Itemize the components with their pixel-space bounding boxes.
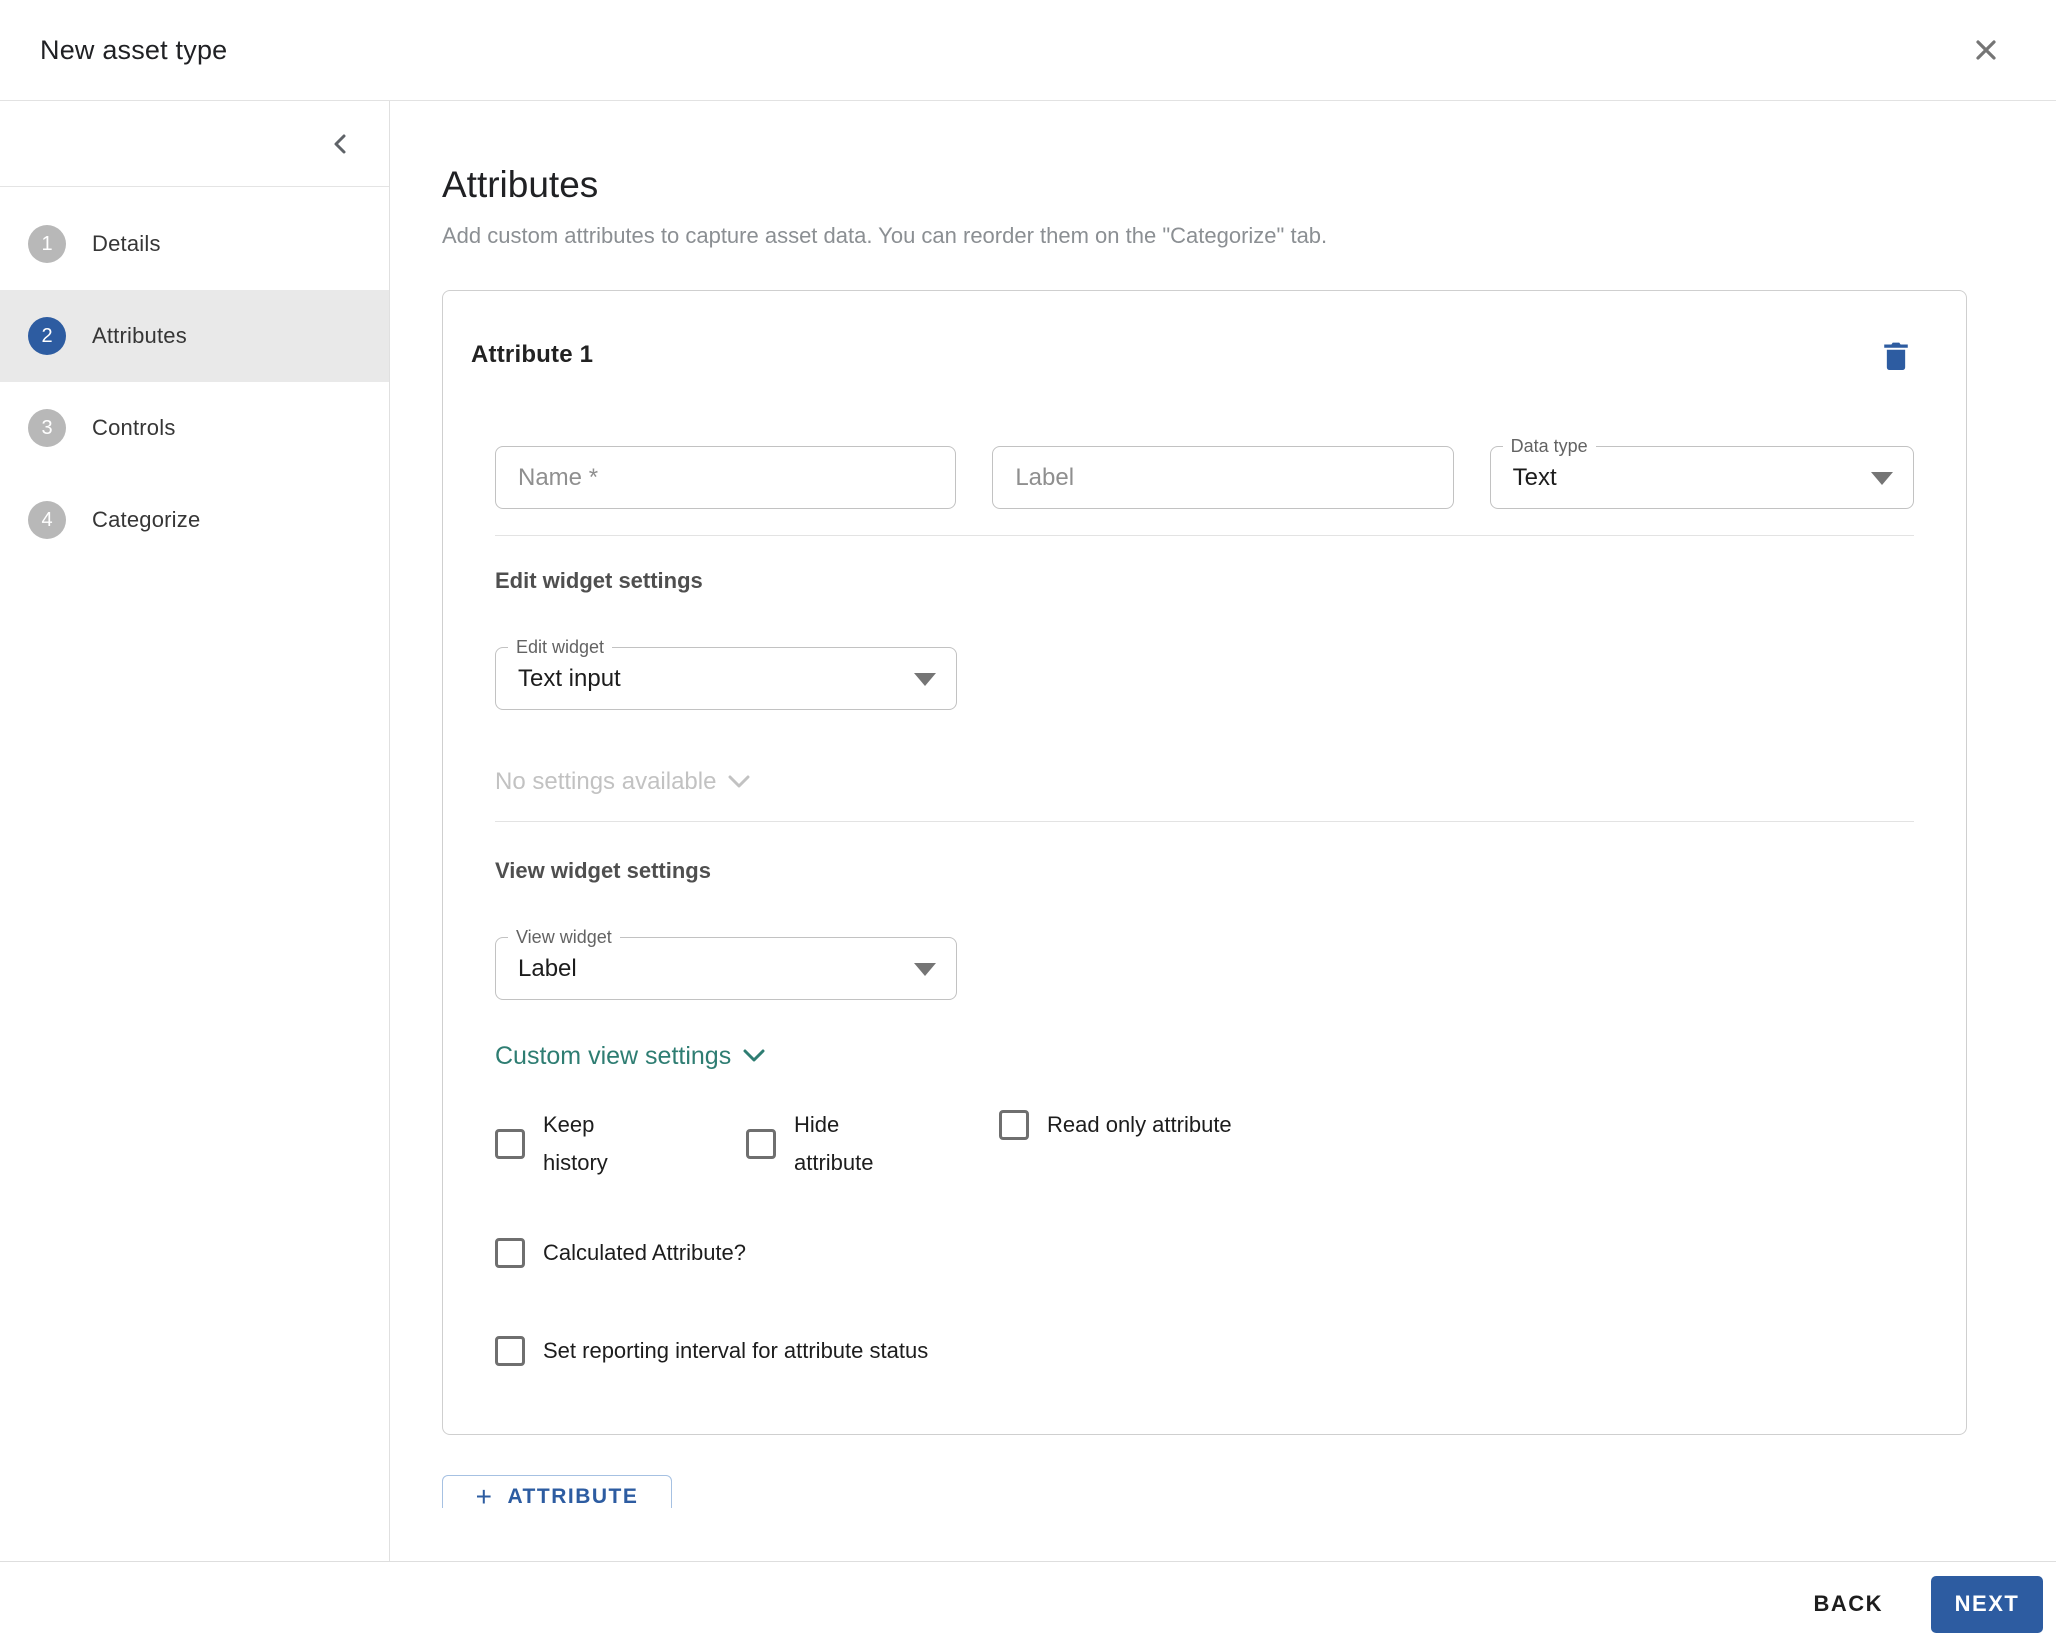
- view-widget-value: Label: [496, 955, 577, 983]
- attribute-card: Attribute 1: [442, 290, 1967, 1435]
- caret-down-icon: [914, 673, 936, 686]
- sidebar-collapse-row: [0, 101, 389, 187]
- view-options-row: Keep history Hide attribute Read only at…: [495, 1106, 1914, 1182]
- sidebar-item-details[interactable]: 1 Details: [0, 198, 389, 290]
- caret-down-icon: [1871, 472, 1893, 485]
- close-icon: [1971, 35, 2001, 65]
- checkbox-label: Read only attribute: [1047, 1106, 1232, 1144]
- step-number-badge: 1: [28, 225, 66, 263]
- edit-widget-select[interactable]: Edit widget Text input: [495, 647, 957, 710]
- label-input[interactable]: [993, 464, 1452, 492]
- no-settings-text: No settings available: [495, 768, 716, 796]
- sidebar-item-categorize[interactable]: 4 Categorize: [0, 474, 389, 566]
- reporting-interval-option: Set reporting interval for attribute sta…: [495, 1332, 1914, 1370]
- keep-history-checkbox[interactable]: [495, 1129, 525, 1159]
- edit-widget-label: Edit widget: [508, 637, 612, 657]
- attribute-card-title: Attribute 1: [471, 341, 593, 369]
- step-label: Attributes: [92, 323, 187, 349]
- checkbox-label: Keep history: [543, 1106, 655, 1182]
- view-widget-label: View widget: [508, 927, 620, 947]
- view-widget-select[interactable]: View widget Label: [495, 937, 957, 1000]
- step-label: Controls: [92, 415, 176, 441]
- delete-attribute-button[interactable]: [1876, 334, 1916, 376]
- caret-down-icon: [914, 963, 936, 976]
- checkbox-label: Calculated Attribute?: [543, 1234, 746, 1272]
- collapse-sidebar-button[interactable]: [328, 131, 354, 157]
- sidebar-item-controls[interactable]: 3 Controls: [0, 382, 389, 474]
- chevron-left-icon: [328, 131, 354, 157]
- view-widget-settings-heading: View widget settings: [495, 857, 1914, 885]
- name-field: [495, 446, 956, 509]
- new-asset-type-dialog: New asset type 1 Details: [0, 0, 2056, 1646]
- edit-widget-settings-heading: Edit widget settings: [495, 567, 1914, 595]
- next-button[interactable]: NEXT: [1931, 1576, 2043, 1633]
- close-button[interactable]: [1966, 30, 2006, 70]
- page-subtitle: Add custom attributes to capture asset d…: [442, 222, 1968, 250]
- stepper-sidebar: 1 Details 2 Attributes 3 Controls 4 Cate…: [0, 101, 390, 1561]
- calculated-attribute-checkbox[interactable]: [495, 1238, 525, 1268]
- custom-view-settings-toggle[interactable]: Custom view settings: [495, 1038, 765, 1074]
- dialog-footer: BACK NEXT: [0, 1562, 2056, 1646]
- dialog-body: 1 Details 2 Attributes 3 Controls 4 Cate…: [0, 101, 2056, 1562]
- trash-icon: [1880, 338, 1912, 372]
- divider: [495, 821, 1914, 822]
- dialog-title: New asset type: [40, 35, 227, 66]
- main-content: Attributes Add custom attributes to capt…: [390, 101, 2056, 1561]
- attribute-card-header: Attribute 1: [471, 333, 1916, 377]
- page-title: Attributes: [442, 162, 2056, 208]
- no-settings-expander[interactable]: No settings available: [495, 764, 750, 800]
- step-label: Categorize: [92, 507, 200, 533]
- reporting-interval-checkbox[interactable]: [495, 1336, 525, 1366]
- sidebar-item-attributes[interactable]: 2 Attributes: [0, 290, 389, 382]
- keep-history-option: Keep history: [495, 1106, 746, 1182]
- hide-attribute-checkbox[interactable]: [746, 1129, 776, 1159]
- stepper-steps: 1 Details 2 Attributes 3 Controls 4 Cate…: [0, 198, 389, 566]
- step-number-badge: 4: [28, 501, 66, 539]
- custom-view-settings-text: Custom view settings: [495, 1042, 731, 1071]
- edit-widget-value: Text input: [496, 665, 621, 693]
- data-type-select[interactable]: Data type Text: [1490, 446, 1914, 509]
- chevron-down-icon: [743, 1049, 765, 1063]
- read-only-option: Read only attribute: [999, 1106, 1232, 1144]
- checkbox-label: Hide attribute: [794, 1106, 906, 1182]
- add-attribute-button[interactable]: + ATTRIBUTE: [442, 1475, 672, 1508]
- data-type-label: Data type: [1503, 436, 1596, 456]
- step-number-badge: 2: [28, 317, 66, 355]
- add-attribute-label: ATTRIBUTE: [507, 1484, 638, 1508]
- dialog-header: New asset type: [0, 0, 2056, 101]
- plus-icon: +: [476, 1484, 494, 1508]
- calculated-attribute-option: Calculated Attribute?: [495, 1234, 1914, 1272]
- name-input[interactable]: [496, 464, 955, 492]
- label-field: [992, 446, 1453, 509]
- step-number-badge: 3: [28, 409, 66, 447]
- chevron-down-icon: [728, 775, 750, 789]
- back-button[interactable]: BACK: [1803, 1579, 1893, 1629]
- read-only-checkbox[interactable]: [999, 1110, 1029, 1140]
- divider: [495, 535, 1914, 536]
- attribute-fields-row: Data type Text: [495, 446, 1914, 509]
- checkbox-label: Set reporting interval for attribute sta…: [543, 1332, 928, 1370]
- hide-attribute-option: Hide attribute: [746, 1106, 999, 1182]
- data-type-value: Text: [1491, 464, 1557, 492]
- main-scroll-area: Attributes Add custom attributes to capt…: [390, 101, 2056, 1508]
- step-label: Details: [92, 231, 161, 257]
